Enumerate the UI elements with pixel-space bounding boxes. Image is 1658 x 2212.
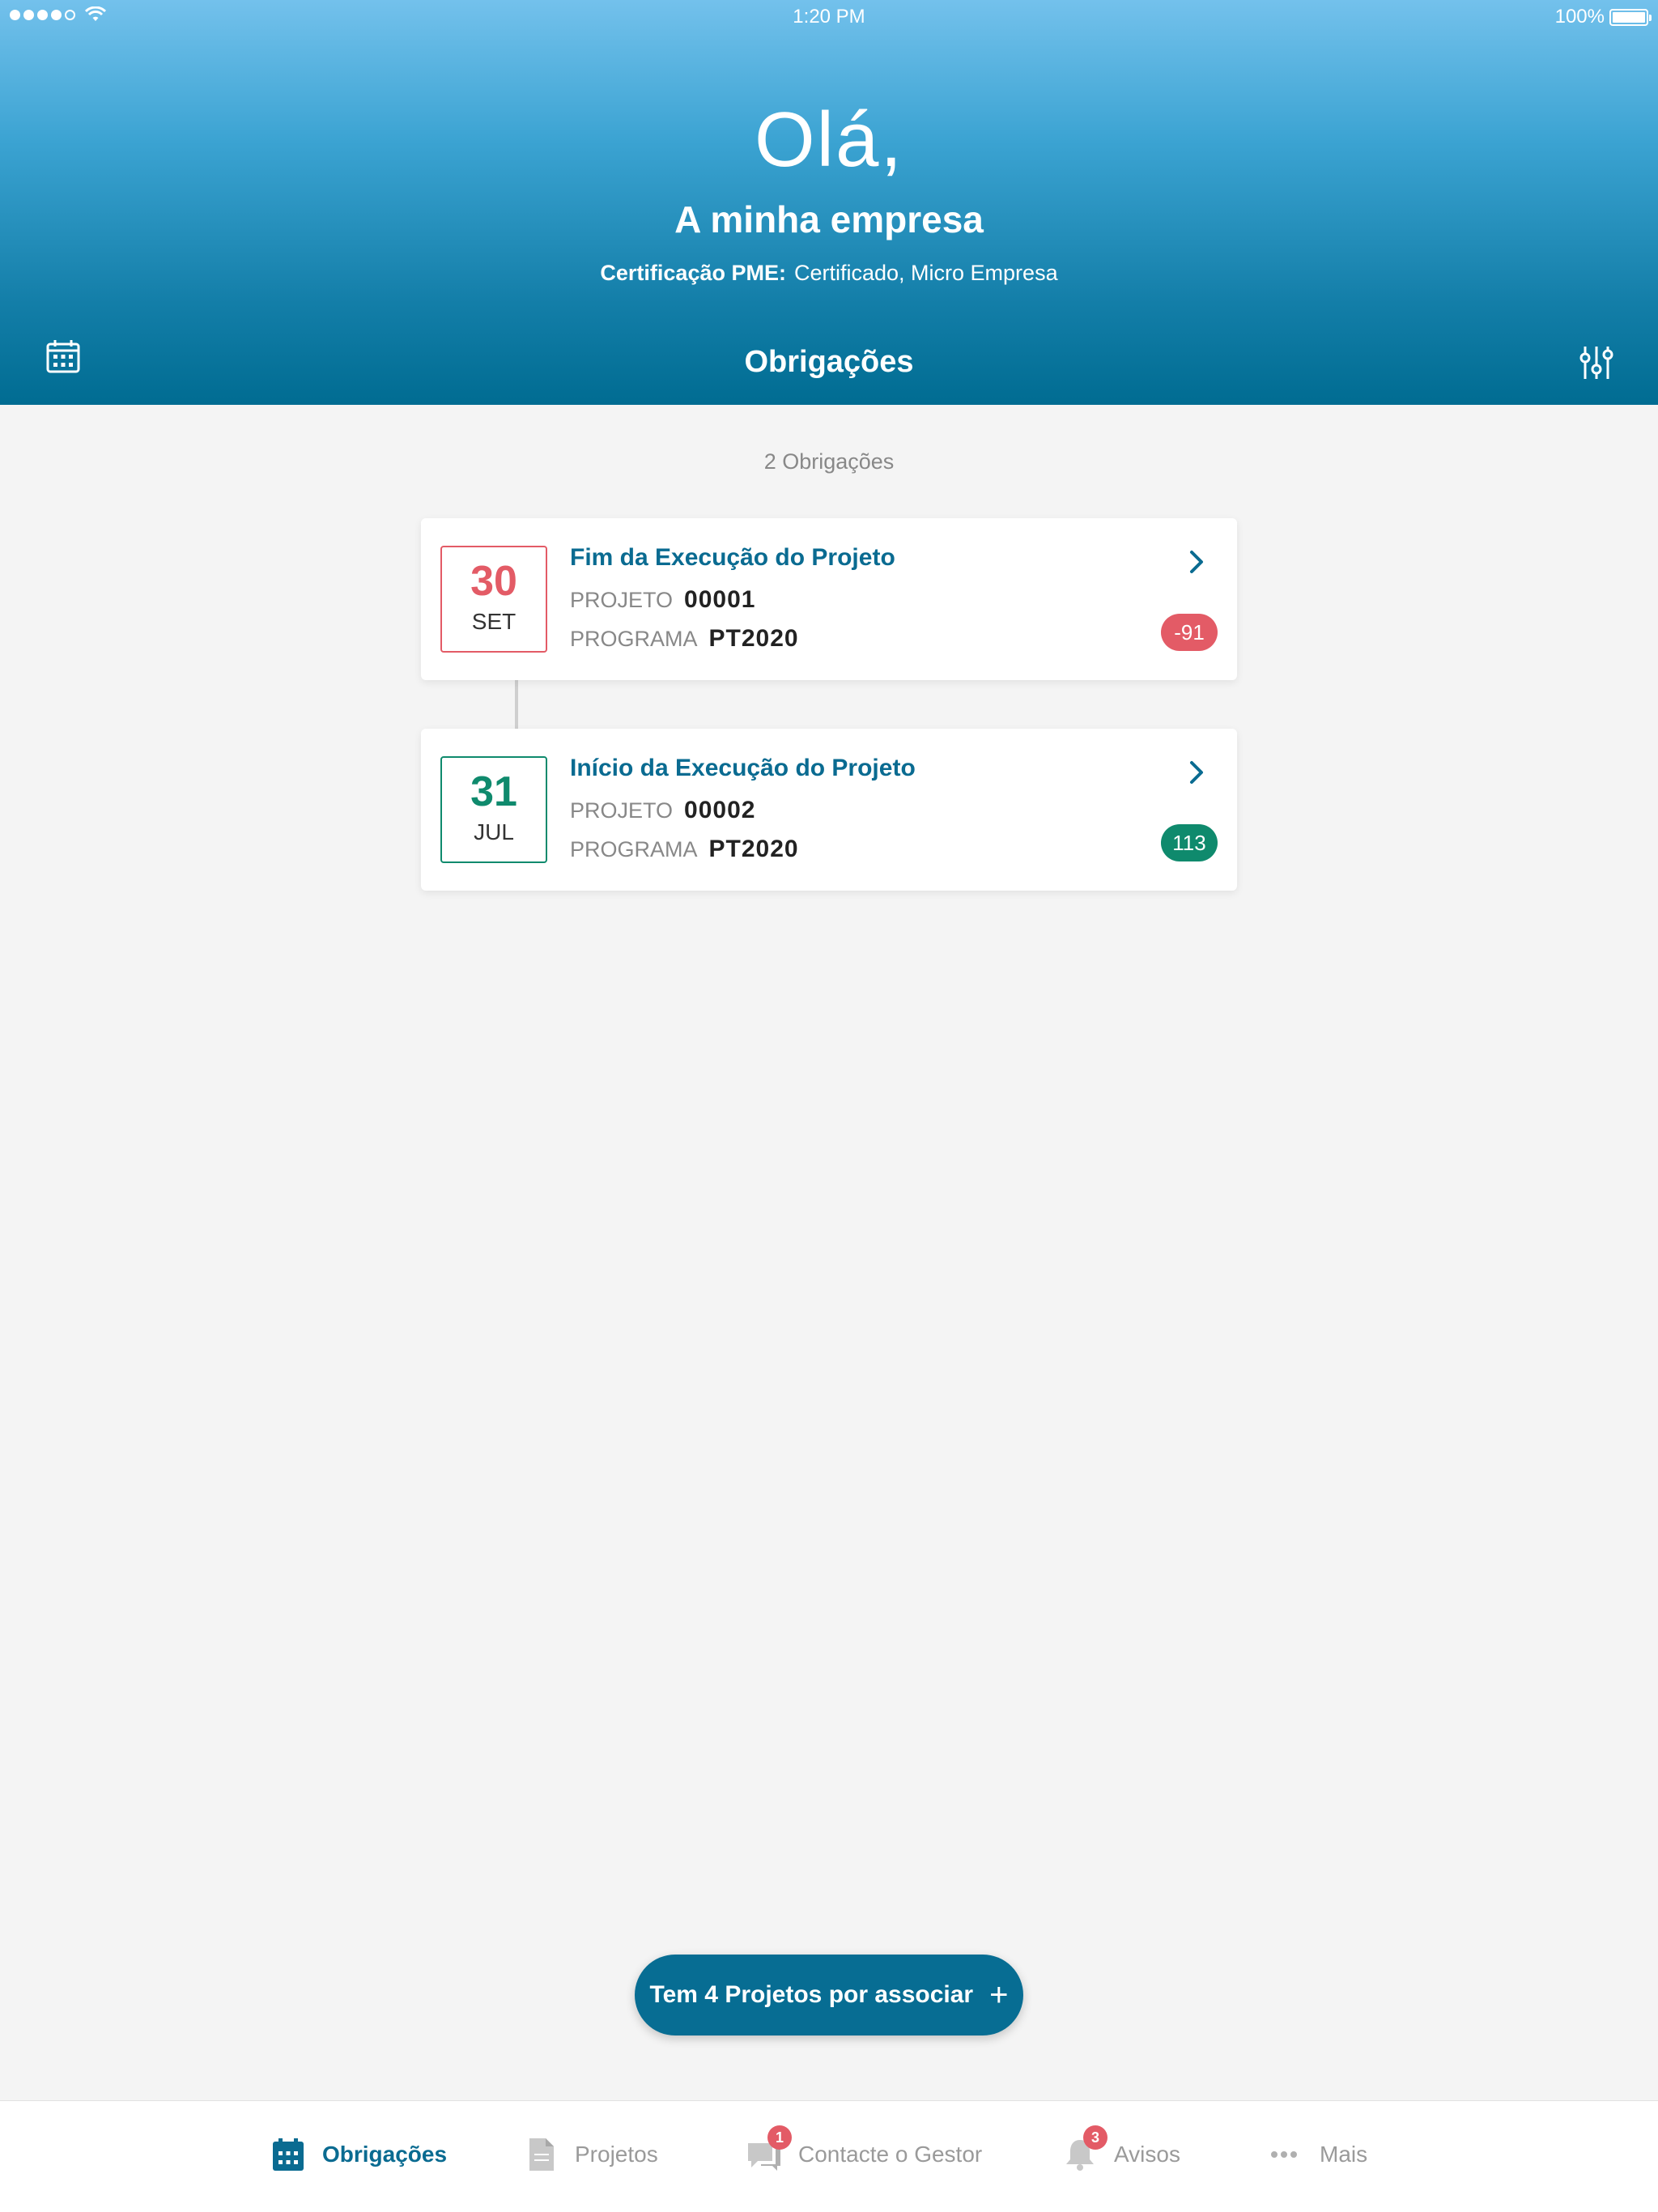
plus-icon: + xyxy=(989,1976,1009,2013)
tab-label: Obrigações xyxy=(322,2142,448,2167)
date-day: 30 xyxy=(470,558,517,605)
notification-badge: 1 xyxy=(767,2125,792,2150)
tab-obrigacoes[interactable]: Obrigações xyxy=(270,2137,447,2172)
date-month: SET xyxy=(471,609,517,634)
sliders-icon xyxy=(1579,347,1613,379)
associate-projects-label: Tem 4 Projetos por associar xyxy=(649,1981,974,2008)
program-value: PT2020 xyxy=(708,625,799,652)
tab-mais[interactable]: Mais xyxy=(1268,2137,1367,2172)
greeting: Olá, xyxy=(754,96,904,183)
tab-bar: Obrigações Projetos 1 Contacte o Gestor xyxy=(0,2100,1658,2212)
filter-button[interactable] xyxy=(1577,343,1616,382)
battery-icon xyxy=(1609,8,1652,26)
tab-projetos[interactable]: Projetos xyxy=(523,2137,658,2172)
battery-indicator: 100% xyxy=(1554,6,1652,28)
project-value: 00002 xyxy=(684,797,756,823)
obligation-title: Início da Execução do Projeto xyxy=(570,755,916,781)
date-box: 31 JUL xyxy=(440,756,547,863)
battery-percent: 100% xyxy=(1554,6,1605,28)
notification-badge: 3 xyxy=(1083,2125,1107,2150)
obligation-card[interactable]: 31 JUL Início da Execução do Projeto PRO… xyxy=(421,729,1237,891)
certification-line: Certificação PME: Certificado, Micro Empr… xyxy=(0,261,1658,286)
days-badge: -91 xyxy=(1161,614,1218,651)
tab-label: Avisos xyxy=(1114,2142,1180,2167)
timeline-connector xyxy=(515,678,518,730)
calendar-icon xyxy=(270,2137,306,2172)
cert-label: Certificação PME: xyxy=(600,261,786,285)
tab-label: Mais xyxy=(1320,2142,1368,2167)
header: 1:20 PM 100% Olá, A minha empresa Certif… xyxy=(0,0,1658,405)
program-row: PROGRAMA PT2020 xyxy=(570,625,799,653)
obligation-title: Fim da Execução do Projeto xyxy=(570,544,895,571)
chevron-right-icon xyxy=(1190,761,1203,784)
project-value: 00001 xyxy=(684,586,756,613)
bell-icon: 3 xyxy=(1062,2125,1107,2172)
program-label: PROGRAMA xyxy=(570,627,698,651)
project-row: PROJETO 00002 xyxy=(570,797,755,824)
date-day: 31 xyxy=(470,768,517,815)
obligation-card[interactable]: 30 SET Fim da Execução do Projeto PROJET… xyxy=(421,518,1237,680)
tab-avisos[interactable]: 3 Avisos xyxy=(1062,2125,1180,2172)
program-row: PROGRAMA PT2020 xyxy=(570,836,799,863)
associate-projects-button[interactable]: Tem 4 Projetos por associar + xyxy=(635,1955,1023,2035)
document-icon xyxy=(523,2137,559,2172)
date-box: 30 SET xyxy=(440,546,547,653)
cert-value: Certificado, Micro Empresa xyxy=(793,261,1058,285)
project-label: PROJETO xyxy=(570,798,674,823)
company-name: A minha empresa xyxy=(674,198,984,240)
program-label: PROGRAMA xyxy=(570,837,698,861)
tab-label: Projetos xyxy=(575,2142,658,2167)
date-month: JUL xyxy=(474,819,514,844)
project-row: PROJETO 00001 xyxy=(570,586,755,614)
tab-contacte-gestor[interactable]: 1 Contacte o Gestor xyxy=(746,2125,983,2172)
status-bar: 1:20 PM 100% xyxy=(0,0,1658,34)
status-time: 1:20 PM xyxy=(793,6,865,28)
chat-icon: 1 xyxy=(746,2125,792,2172)
program-value: PT2020 xyxy=(708,836,799,862)
project-label: PROJETO xyxy=(570,588,674,612)
more-icon xyxy=(1268,2137,1303,2172)
obligations-count: 2 Obrigações xyxy=(763,449,895,474)
tab-label: Contacte o Gestor xyxy=(798,2142,983,2167)
page-title: Obrigações xyxy=(744,345,914,379)
days-badge: 113 xyxy=(1161,824,1218,861)
chevron-right-icon xyxy=(1190,551,1203,573)
